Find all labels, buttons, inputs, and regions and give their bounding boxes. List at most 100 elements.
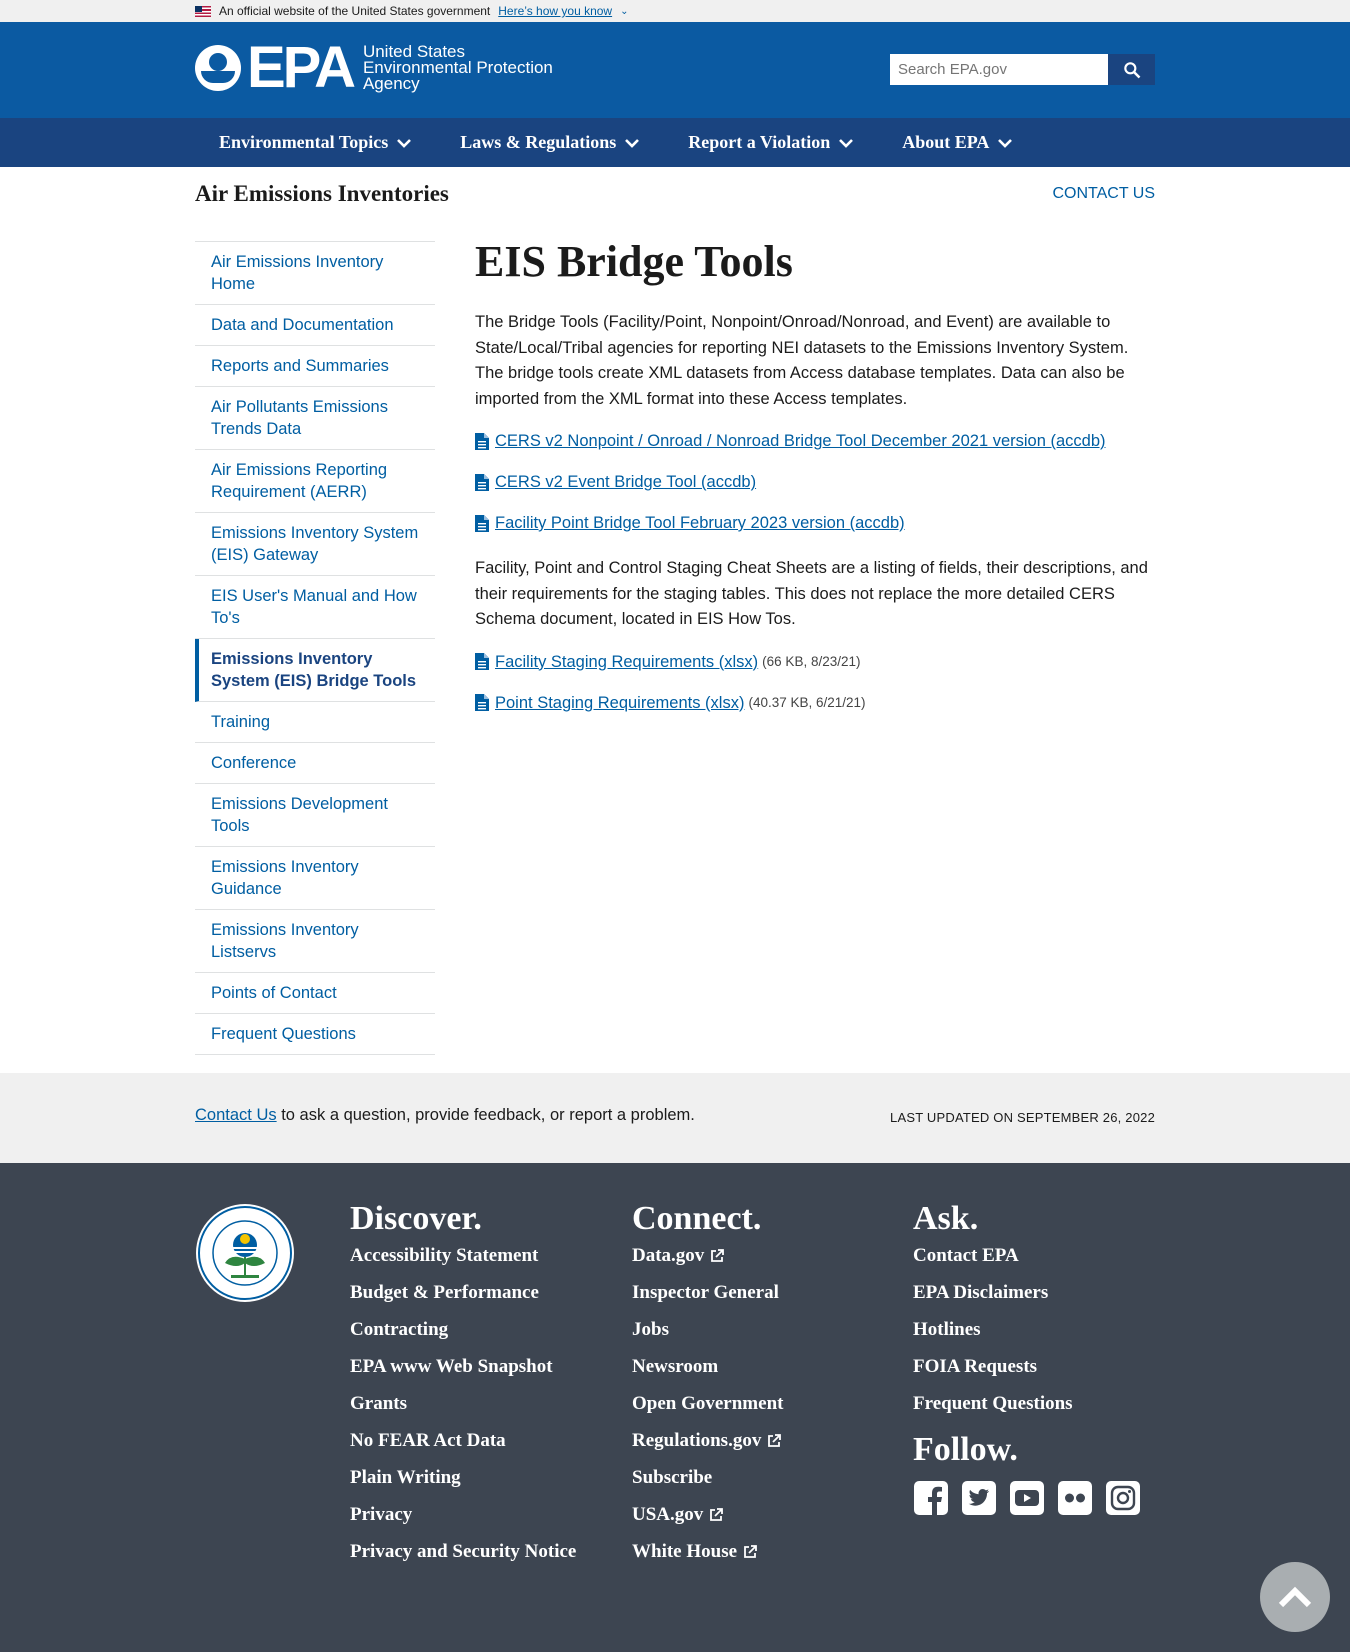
file-link-row: CERS v2 Event Bridge Tool (accdb) (475, 471, 1155, 493)
file-meta: (66 KB, 8/23/21) (762, 653, 861, 669)
discover-heading: Discover. (350, 1200, 482, 1237)
external-link-icon (711, 1248, 725, 1262)
footer-link-frequent-questions[interactable]: Frequent Questions (913, 1393, 1143, 1414)
heres-how-you-know-link[interactable]: Here’s how you know (498, 4, 612, 18)
footer-link-web-snapshot[interactable]: EPA www Web Snapshot (350, 1356, 580, 1377)
site-footer: Discover. Accessibility Statement Budget… (0, 1163, 1350, 1652)
sub-header: Air Emissions Inventories CONTACT US (0, 167, 1350, 237)
sidebar-item-training[interactable]: Training (195, 702, 435, 743)
facility-point-bridge-tool-link[interactable]: Facility Point Bridge Tool February 2023… (495, 512, 905, 534)
page-title: EIS Bridge Tools (475, 237, 793, 286)
follow-heading: Follow. (913, 1431, 1018, 1468)
facility-staging-link[interactable]: Facility Staging Requirements (xlsx) (495, 651, 758, 673)
agency-name: United States Environmental Protection A… (362, 42, 553, 93)
file-link-row: CERS v2 Nonpoint / Onroad / Nonroad Brid… (475, 430, 1155, 452)
contact-us-link[interactable]: CONTACT US (1052, 185, 1155, 203)
staging-paragraph: Facility, Point and Control Staging Chea… (475, 559, 1148, 628)
sidebar-item-guidance[interactable]: Emissions Inventory Guidance (195, 847, 435, 910)
document-icon (475, 653, 489, 670)
chevron-down-icon (397, 138, 412, 148)
footer-link-subscribe[interactable]: Subscribe (632, 1467, 862, 1488)
main-content: EIS Bridge Tools The Bridge Tools (Facil… (475, 236, 1155, 733)
external-link-icon (768, 1433, 782, 1447)
footer-link-accessibility[interactable]: Accessibility Statement (350, 1245, 580, 1266)
nav-laws-regulations[interactable]: Laws & Regulations (436, 132, 664, 153)
sidebar-item-listservs[interactable]: Emissions Inventory Listservs (195, 910, 435, 973)
search-input[interactable] (890, 54, 1108, 85)
connect-heading: Connect. (632, 1200, 762, 1237)
microsite-title[interactable]: Air Emissions Inventories (195, 181, 449, 207)
sidebar-item-eis-gateway[interactable]: Emissions Inventory System (EIS) Gateway (195, 513, 435, 576)
event-bridge-tool-link[interactable]: CERS v2 Event Bridge Tool (accdb) (495, 471, 756, 493)
footer-ask-column: Ask. Contact EPA EPA Disclaimers Hotline… (913, 1199, 1143, 1516)
sidebar-item-reports-summaries[interactable]: Reports and Summaries (195, 346, 435, 387)
epa-logo[interactable]: EPA United States Environmental Protecti… (195, 39, 553, 97)
footer-link-plain-writing[interactable]: Plain Writing (350, 1467, 580, 1488)
chevron-down-icon (625, 138, 640, 148)
file-link-row: Facility Point Bridge Tool February 2023… (475, 512, 1155, 534)
sidebar-item-eis-bridge-tools[interactable]: Emissions Inventory System (EIS) Bridge … (195, 639, 435, 702)
file-meta: (40.37 KB, 6/21/21) (748, 694, 866, 710)
footer-link-disclaimers[interactable]: EPA Disclaimers (913, 1282, 1143, 1303)
instagram-icon[interactable] (1105, 1480, 1141, 1516)
sidebar-item-data-documentation[interactable]: Data and Documentation (195, 305, 435, 346)
gov-banner-text: An official website of the United States… (219, 4, 491, 18)
epa-flower-icon (195, 45, 241, 91)
footer-link-privacy[interactable]: Privacy (350, 1504, 580, 1525)
footer-link-regulations-gov[interactable]: Regulations.gov (632, 1430, 862, 1451)
search-button[interactable] (1108, 54, 1155, 85)
flickr-icon[interactable] (1057, 1480, 1093, 1516)
document-icon (475, 473, 489, 491)
footer-link-hotlines[interactable]: Hotlines (913, 1319, 1143, 1340)
epa-seal-icon[interactable] (195, 1203, 295, 1303)
sidebar-item-frequent-questions[interactable]: Frequent Questions (195, 1014, 435, 1055)
sidebar-item-development-tools[interactable]: Emissions Development Tools (195, 784, 435, 847)
search-form (890, 54, 1155, 85)
point-staging-link[interactable]: Point Staging Requirements (xlsx) (495, 692, 744, 714)
site-header: EPA United States Environmental Protecti… (0, 22, 1350, 118)
footer-link-open-government[interactable]: Open Government (632, 1393, 862, 1414)
footer-link-usa-gov[interactable]: USA.gov (632, 1504, 862, 1525)
side-nav: Air Emissions Inventory Home Data and Do… (195, 241, 435, 1055)
footer-link-newsroom[interactable]: Newsroom (632, 1356, 862, 1377)
sidebar-item-trends-data[interactable]: Air Pollutants Emissions Trends Data (195, 387, 435, 450)
footer-contact-us-link[interactable]: Contact Us (195, 1106, 277, 1124)
social-links (913, 1480, 1143, 1516)
sidebar-item-inventory-home[interactable]: Air Emissions Inventory Home (195, 241, 435, 305)
twitter-icon[interactable] (961, 1480, 997, 1516)
chevron-down-icon (839, 138, 854, 148)
footer-link-foia[interactable]: FOIA Requests (913, 1356, 1143, 1377)
footer-link-data-gov[interactable]: Data.gov (632, 1245, 862, 1266)
file-link-row: Facility Staging Requirements (xlsx) (66… (475, 651, 1155, 673)
ask-heading: Ask. (913, 1200, 979, 1237)
sidebar-item-conference[interactable]: Conference (195, 743, 435, 784)
file-link-row: Point Staging Requirements (xlsx) (40.37… (475, 692, 1155, 714)
footer-link-white-house[interactable]: White House (632, 1541, 862, 1562)
last-updated-strip: Contact Us to ask a question, provide fe… (0, 1073, 1350, 1163)
document-icon (475, 514, 489, 532)
sidebar-item-points-of-contact[interactable]: Points of Contact (195, 973, 435, 1014)
footer-discover-column: Discover. Accessibility Statement Budget… (350, 1199, 580, 1578)
footer-link-inspector-general[interactable]: Inspector General (632, 1282, 862, 1303)
nav-report-violation[interactable]: Report a Violation (664, 132, 878, 153)
youtube-icon[interactable] (1009, 1480, 1045, 1516)
footer-link-privacy-security[interactable]: Privacy and Security Notice (350, 1541, 580, 1562)
footer-link-contracting[interactable]: Contracting (350, 1319, 580, 1340)
external-link-icon (710, 1507, 724, 1521)
external-link-icon (744, 1544, 757, 1558)
footer-link-jobs[interactable]: Jobs (632, 1319, 862, 1340)
chevron-down-icon[interactable]: ⌄ (620, 6, 628, 17)
feedback-text: Contact Us to ask a question, provide fe… (195, 1106, 695, 1124)
nav-about-epa[interactable]: About EPA (878, 132, 1037, 153)
facebook-icon[interactable] (913, 1480, 949, 1516)
footer-link-grants[interactable]: Grants (350, 1393, 580, 1414)
sidebar-item-eis-manual[interactable]: EIS User's Manual and How To's (195, 576, 435, 639)
nav-environmental-topics[interactable]: Environmental Topics (195, 132, 436, 153)
footer-link-no-fear[interactable]: No FEAR Act Data (350, 1430, 580, 1451)
footer-link-budget[interactable]: Budget & Performance (350, 1282, 580, 1303)
back-to-top-button[interactable] (1260, 1562, 1330, 1632)
nonpoint-bridge-tool-link[interactable]: CERS v2 Nonpoint / Onroad / Nonroad Brid… (495, 430, 1106, 452)
document-icon (475, 694, 489, 711)
sidebar-item-aerr[interactable]: Air Emissions Reporting Requirement (AER… (195, 450, 435, 513)
footer-link-contact-epa[interactable]: Contact EPA (913, 1245, 1143, 1266)
